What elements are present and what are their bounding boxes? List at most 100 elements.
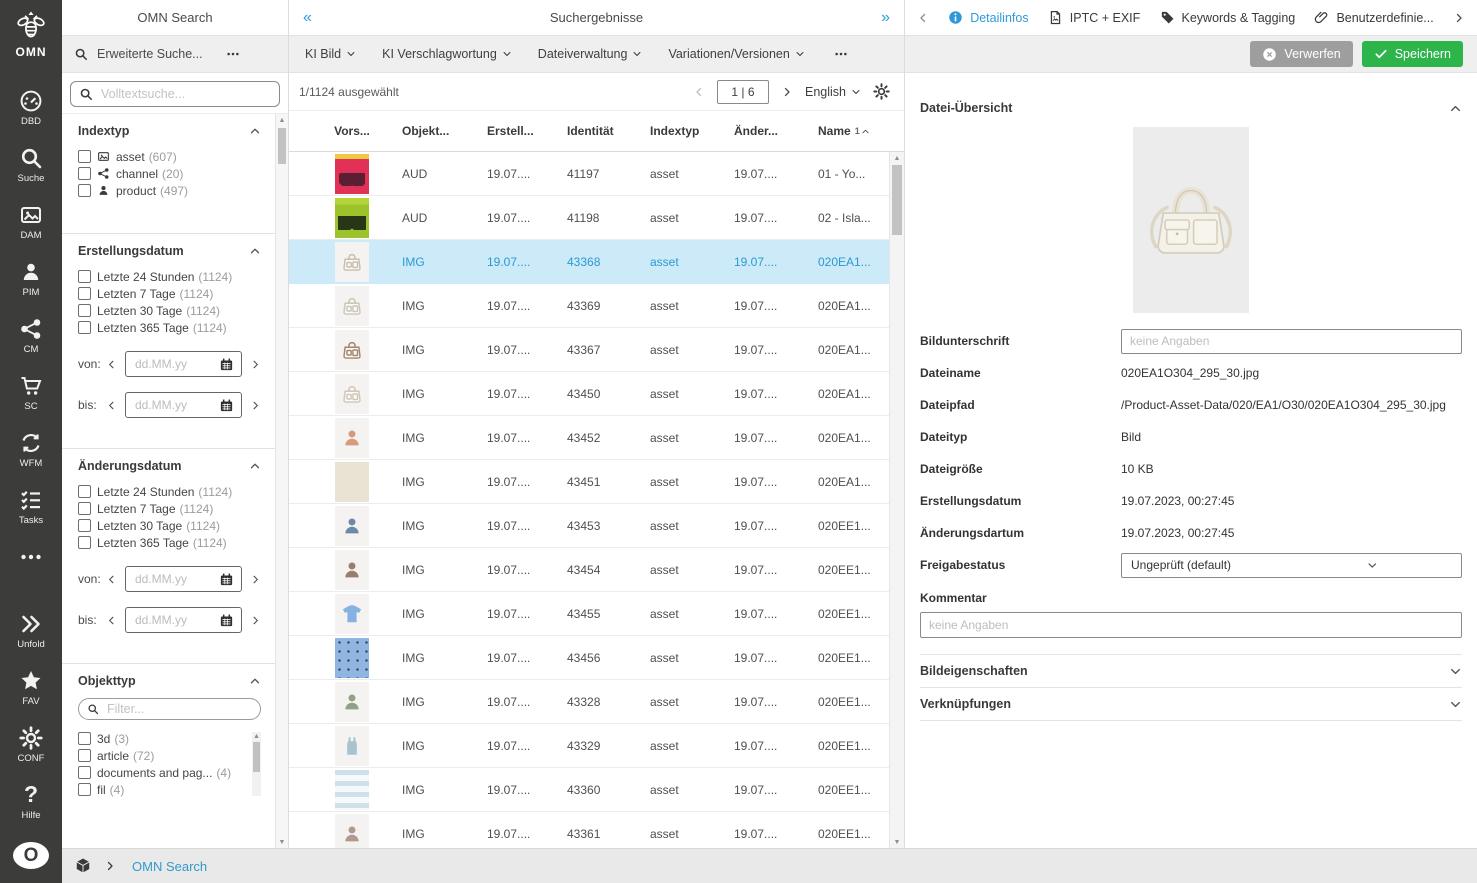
tabs-scroll-right-icon[interactable] — [1453, 12, 1465, 24]
toolbar-dropdown-3[interactable]: Variationen/Versionen — [668, 47, 804, 61]
nav-item-hilfe[interactable]: ?Hilfe — [0, 777, 62, 827]
chevron-left-icon[interactable] — [106, 615, 117, 626]
filter-section-header[interactable]: Objekttyp — [78, 674, 261, 688]
calendar-icon[interactable] — [219, 572, 234, 587]
checkbox[interactable] — [78, 749, 91, 762]
checkbox[interactable] — [78, 732, 91, 745]
nav-item-cm[interactable]: CM — [0, 311, 62, 361]
scroll-down-icon[interactable]: ▼ — [890, 836, 904, 848]
chevron-right-icon[interactable] — [250, 615, 261, 626]
table-row[interactable]: IMG19.07....43452asset19.07....020EA1... — [289, 416, 889, 460]
table-row[interactable]: AUD19.07....41198asset19.07....02 - Isla… — [289, 196, 889, 240]
advanced-search-link[interactable]: Erweiterte Suche... — [97, 47, 203, 61]
tab-benutzerdefinie-[interactable]: Benutzerdefinie... — [1314, 10, 1433, 25]
filters-scrollbar[interactable]: ▲ ▼ — [275, 114, 288, 848]
chevron-right-icon[interactable] — [250, 574, 261, 585]
nav-item-conf[interactable]: CONF — [0, 720, 62, 770]
filter-section-header[interactable]: Indextyp — [78, 124, 261, 138]
objekttyp-scrollbar[interactable]: ▲ — [252, 732, 261, 796]
scrollbar-thumb[interactable] — [892, 165, 902, 235]
avatar[interactable]: O — [13, 842, 49, 869]
nav-item-fav[interactable]: FAV — [0, 663, 62, 713]
checkbox[interactable] — [78, 287, 91, 300]
scroll-up-icon[interactable]: ▲ — [890, 152, 904, 164]
chevron-left-icon[interactable] — [106, 359, 117, 370]
filter-section-header[interactable]: Erstellungsdatum — [78, 244, 261, 258]
checkbox[interactable] — [78, 184, 91, 197]
date-from-input[interactable] — [133, 356, 219, 372]
discard-button[interactable]: Verwerfen — [1250, 41, 1352, 67]
table-row[interactable]: IMG19.07....43360asset19.07....020EE1... — [289, 768, 889, 812]
file-overview-section-header[interactable]: Datei-Übersicht — [920, 91, 1462, 125]
table-row[interactable]: IMG19.07....43367asset19.07....020EA1... — [289, 328, 889, 372]
checkbox[interactable] — [78, 270, 91, 283]
breadcrumb-module[interactable]: OMN Search — [132, 859, 207, 874]
checkbox[interactable] — [78, 766, 91, 779]
scrollbar-thumb[interactable] — [253, 742, 260, 772]
table-row[interactable]: IMG19.07....43329asset19.07....020EE1... — [289, 724, 889, 768]
field-input[interactable] — [1121, 329, 1462, 354]
table-row[interactable]: IMG19.07....43451asset19.07....020EA1... — [289, 460, 889, 504]
tab-iptc-exif[interactable]: IPTC + EXIF — [1048, 10, 1141, 25]
calendar-icon[interactable] — [219, 398, 234, 413]
omn-logo[interactable]: OMN — [13, 9, 49, 59]
filter-section-header[interactable]: Änderungsdatum — [78, 459, 261, 473]
table-row[interactable]: IMG19.07....43368asset19.07....020EA1... — [289, 240, 889, 284]
nav-item-unfold[interactable]: Unfold — [0, 606, 62, 656]
table-row[interactable]: IMG19.07....43454asset19.07....020EE1... — [289, 548, 889, 592]
table-settings-gear-icon[interactable] — [873, 83, 890, 100]
collapse-right-icon[interactable]: » — [881, 10, 890, 26]
fulltext-search-input[interactable] — [99, 86, 271, 102]
language-select[interactable]: English — [805, 85, 861, 99]
table-row[interactable]: IMG19.07....43328asset19.07....020EE1... — [289, 680, 889, 724]
checkbox[interactable] — [78, 519, 91, 532]
scrollbar-thumb[interactable] — [278, 128, 286, 164]
toolbar-dropdown-0[interactable]: KI Bild — [305, 47, 356, 61]
tab-keywords-tagging[interactable]: Keywords & Tagging — [1160, 10, 1296, 25]
scroll-up-icon[interactable]: ▲ — [252, 732, 261, 741]
page-prev-icon[interactable] — [693, 86, 705, 98]
comment-textarea[interactable] — [920, 612, 1462, 638]
checkbox[interactable] — [78, 485, 91, 498]
date-to-input[interactable] — [133, 612, 219, 628]
nav-item-wfm[interactable]: WFM — [0, 425, 62, 475]
chevron-right-icon[interactable] — [250, 359, 261, 370]
checkbox[interactable] — [78, 321, 91, 334]
tab-detailinfos[interactable]: Detailinfos — [948, 10, 1028, 25]
chevron-left-icon[interactable] — [106, 574, 117, 585]
page-next-icon[interactable] — [781, 86, 793, 98]
page-indicator[interactable]: 1 | 6 — [717, 80, 769, 104]
date-from-input[interactable] — [133, 571, 219, 587]
calendar-icon[interactable] — [219, 613, 234, 628]
scroll-up-icon[interactable]: ▲ — [276, 114, 288, 126]
nav-item-tasks[interactable]: Tasks — [0, 482, 62, 532]
sort-indicator[interactable]: 1 — [855, 126, 870, 136]
nav-item-suche[interactable]: Suche — [0, 140, 62, 190]
table-row[interactable]: IMG19.07....43369asset19.07....020EA1... — [289, 284, 889, 328]
nav-item-pim[interactable]: PIM — [0, 254, 62, 304]
more-options-icon[interactable] — [225, 47, 241, 61]
toolbar-more-icon[interactable] — [833, 47, 849, 61]
chevron-left-icon[interactable] — [106, 400, 117, 411]
toolbar-dropdown-1[interactable]: KI Verschlagwortung — [382, 47, 512, 61]
chevron-right-icon[interactable] — [250, 400, 261, 411]
table-row[interactable]: IMG19.07....43455asset19.07....020EE1... — [289, 592, 889, 636]
table-row[interactable]: IMG19.07....43361asset19.07....020EE1... — [289, 812, 889, 848]
table-row[interactable]: AUD19.07....41197asset19.07....01 - Yo..… — [289, 152, 889, 196]
toolbar-dropdown-2[interactable]: Dateiverwaltung — [538, 47, 643, 61]
checkbox[interactable] — [78, 150, 91, 163]
section-bildeigenschaften[interactable]: Bildeigenschaften — [920, 655, 1462, 688]
tabs-scroll-left-icon[interactable] — [917, 12, 929, 24]
table-scrollbar[interactable]: ▲ ▼ — [889, 152, 904, 848]
date-to-input[interactable] — [133, 397, 219, 413]
nav-item-sc[interactable]: SC — [0, 368, 62, 418]
save-button[interactable]: Speichern — [1362, 41, 1463, 67]
table-row[interactable]: IMG19.07....43450asset19.07....020EA1... — [289, 372, 889, 416]
checkbox[interactable] — [78, 304, 91, 317]
checkbox[interactable] — [78, 536, 91, 549]
checkbox[interactable] — [78, 167, 91, 180]
nav-item-more[interactable] — [0, 539, 62, 575]
field-select[interactable]: Ungeprüft (default) — [1121, 553, 1462, 578]
section-verknüpfungen[interactable]: Verknüpfungen — [920, 688, 1462, 721]
objekttyp-filter-input[interactable] — [105, 701, 252, 717]
